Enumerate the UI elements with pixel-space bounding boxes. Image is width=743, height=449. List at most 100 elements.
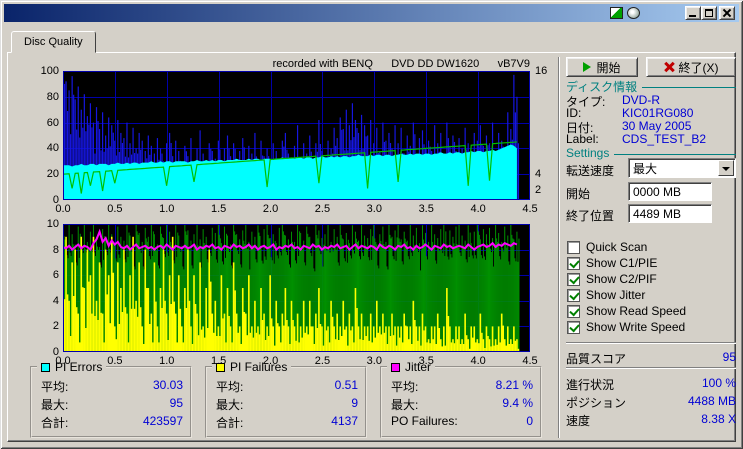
pi-failures-box: PI Failures 平均: 0.51 最大: 9 合計: 4137 — [205, 360, 367, 438]
axis-tick: 40 — [46, 142, 59, 155]
disc-id-value: KIC01RG080 — [622, 106, 694, 120]
checkbox-show-read-speed[interactable]: Show Read Speed — [567, 304, 686, 318]
disc-icon[interactable] — [627, 7, 640, 19]
minimize-icon — [689, 15, 696, 17]
disc-type-value: DVD-R — [622, 93, 660, 107]
progress-value: 100 % — [701, 376, 736, 390]
axis-tick: 4.0 — [470, 355, 486, 367]
maximize-button[interactable] — [701, 6, 717, 20]
checkbox-show-c1-pie[interactable]: Show C1/PIE — [567, 256, 657, 270]
total-value: 423597 — [142, 414, 183, 428]
checkbox-show-jitter[interactable]: Show Jitter — [567, 288, 645, 302]
checkbox-box[interactable] — [567, 240, 580, 254]
max-value: 9.4 % — [502, 396, 533, 410]
checkbox-label: Show Jitter — [586, 288, 646, 302]
avg-label: 平均: — [41, 380, 69, 394]
axis-tick: 1.0 — [159, 355, 175, 367]
panel-separator — [558, 57, 560, 438]
avg-label: 平均: — [216, 380, 244, 394]
max-label: 最大: — [391, 398, 419, 412]
axis-tick: 2.5 — [314, 203, 331, 215]
disc-id-label: ID: — [566, 106, 582, 120]
section-line — [642, 87, 736, 88]
axis-tick: 3.5 — [418, 203, 434, 215]
jitter-swatch — [391, 362, 400, 372]
section-line — [614, 153, 736, 155]
disc-date-value: 30 May 2005 — [622, 119, 692, 133]
axis-tick: 60 — [46, 116, 59, 129]
end-position-label: 終了位置 — [566, 209, 615, 223]
position-value: 4488 MB — [687, 394, 736, 408]
axis-tick: 1.0 — [159, 203, 175, 215]
total-value: 4137 — [331, 414, 358, 428]
checkbox-label: Show Write Speed — [586, 320, 686, 334]
checkbox-show-c2-pif[interactable]: Show C2/PIF — [567, 272, 657, 286]
checkbox-box[interactable] — [567, 272, 580, 286]
axis-tick: 1.5 — [211, 203, 227, 215]
checkbox-box[interactable] — [567, 288, 580, 302]
checkbox-label: Show C2/PIF — [586, 272, 657, 286]
start-position-label: 開始 — [566, 187, 591, 201]
axis-tick: 10 — [46, 218, 59, 230]
total-label: 合計: — [41, 416, 69, 430]
start-position-input[interactable] — [628, 182, 712, 201]
speed-value: 8.38 X — [701, 412, 736, 426]
speed-select[interactable]: 最大 — [628, 158, 736, 178]
tab-label: Disc Quality — [24, 36, 83, 48]
close-icon — [723, 9, 731, 17]
pi-errors-box: PI Errors 平均: 30.03 最大: 95 合計: 423597 — [30, 360, 192, 438]
axis-tick: 2.0 — [262, 203, 279, 215]
jitter-box: Jitter 平均: 8.21 % 最大: 9.4 % PO Failures: 0 — [380, 360, 542, 438]
exit-button[interactable]: 終了(X) — [646, 57, 736, 77]
po-failures-label: PO Failures: — [391, 414, 458, 428]
axis-tick: 0.5 — [107, 203, 123, 215]
axis-tick: 0.0 — [55, 203, 71, 215]
quality-chart — [62, 71, 530, 200]
axis-tick: 100 — [40, 65, 59, 77]
checkbox-box[interactable] — [567, 256, 580, 270]
disc-label-label: Label: — [566, 132, 599, 146]
po-failures-value: 0 — [526, 414, 533, 428]
exit-button-label: 終了(X) — [678, 60, 719, 75]
max-label: 最大: — [216, 398, 244, 412]
divider — [566, 367, 736, 369]
speed-select-label: 転送速度 — [566, 164, 615, 178]
checkbox-label: Show C1/PIE — [586, 256, 658, 270]
axis-tick: 8 — [52, 243, 59, 256]
checkbox-quick-scan[interactable]: Quick Scan — [567, 240, 647, 254]
minimize-button[interactable] — [685, 6, 701, 20]
close-button[interactable] — [719, 6, 735, 20]
chart-note: recorded with BENQ DVD DD DW1620 vB7V9 — [272, 58, 530, 70]
avg-value: 8.21 % — [495, 378, 533, 392]
checkbox-box[interactable] — [567, 320, 580, 334]
total-label: 合計: — [216, 416, 244, 430]
checkbox-box[interactable] — [567, 304, 580, 318]
jitter-chart — [62, 224, 530, 352]
quality-score-value: 95 — [722, 350, 736, 364]
end-position-input[interactable] — [628, 204, 712, 223]
axis-tick: 0.5 — [107, 355, 123, 367]
axis-tick: 1.5 — [211, 355, 227, 367]
avg-label: 平均: — [391, 380, 419, 394]
maximize-icon — [705, 9, 713, 17]
axis-tick: 16 — [535, 65, 548, 77]
axis-tick: 4 — [52, 294, 59, 307]
start-button-label: 開始 — [596, 60, 621, 75]
checkbox-show-write-speed[interactable]: Show Write Speed — [567, 320, 685, 334]
document-icon[interactable] — [610, 7, 623, 19]
start-button[interactable]: 開始 — [566, 57, 638, 77]
chevron-down-icon[interactable] — [718, 160, 734, 176]
checkbox-label: Show Read Speed — [586, 304, 687, 318]
tab-disc-quality[interactable]: Disc Quality — [11, 31, 96, 53]
axis-tick: 2.5 — [314, 355, 331, 367]
title-bar: CD Speed : Disc Quality Test - BENQ DVD … — [4, 4, 739, 22]
axis-tick: 4 — [535, 168, 542, 181]
axis-tick: 2 — [535, 183, 542, 196]
axis-tick: 3.0 — [366, 203, 382, 215]
speed-select-value: 最大 — [633, 161, 658, 176]
settings-header-label: Settings — [566, 146, 610, 160]
axis-tick: 80 — [46, 90, 59, 103]
avg-value: 0.51 — [334, 378, 358, 392]
axis-tick: 20 — [46, 168, 59, 181]
disc-label-value: CDS_TEST_B2 — [622, 132, 707, 146]
